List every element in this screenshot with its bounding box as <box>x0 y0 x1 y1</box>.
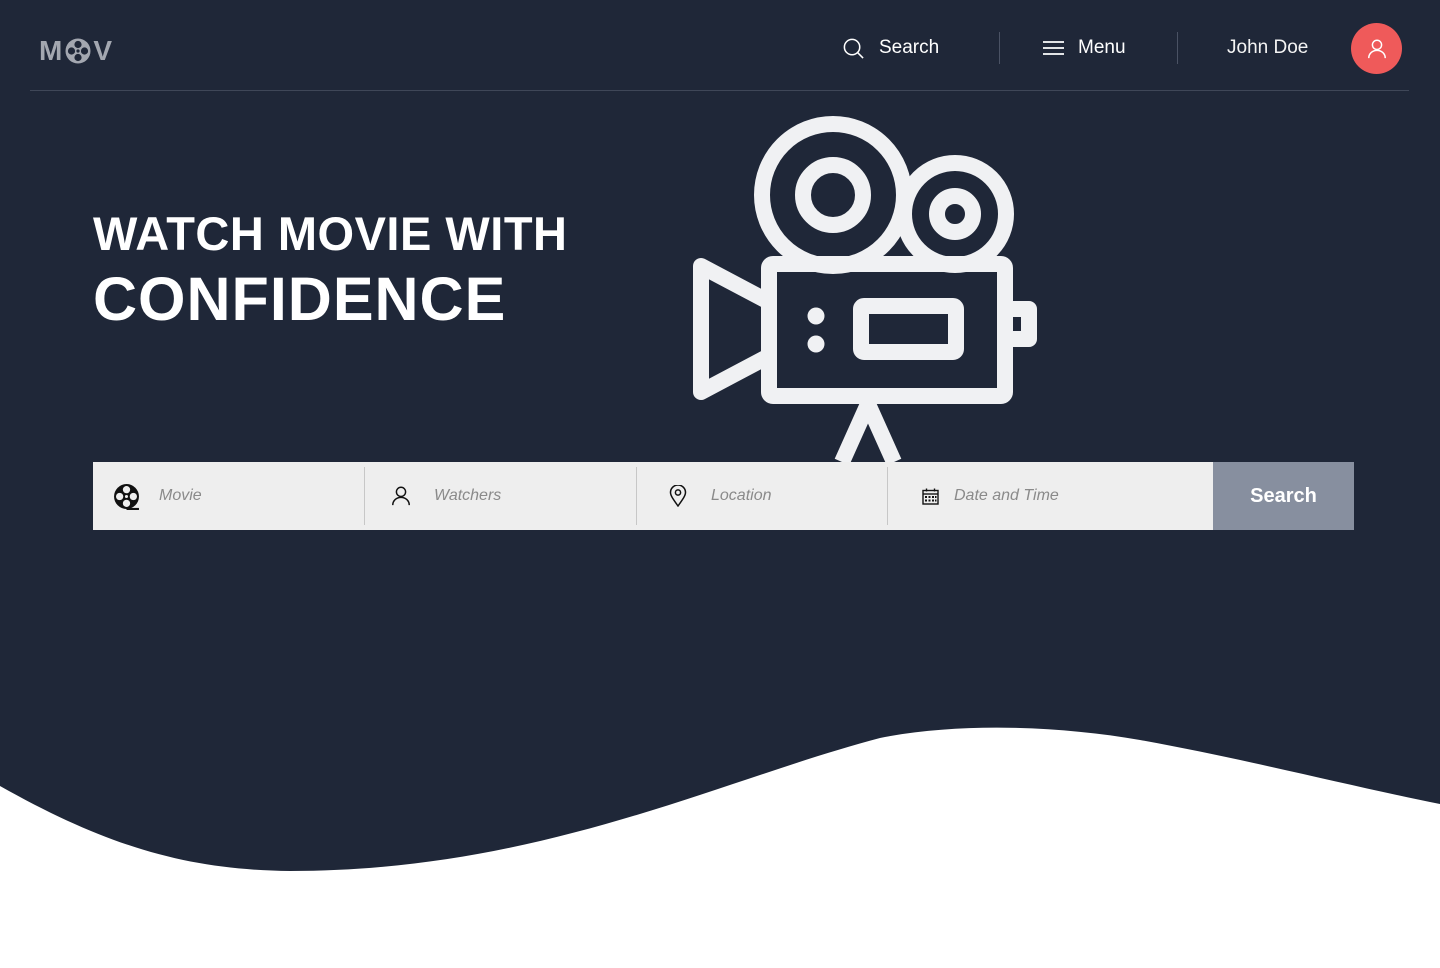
nav-divider <box>999 32 1000 64</box>
brand-logo[interactable]: M V <box>39 34 113 68</box>
location-input[interactable] <box>711 487 911 505</box>
film-reel-icon <box>65 38 91 64</box>
location-pin-icon <box>663 481 693 511</box>
watchers-field <box>364 462 636 530</box>
movie-camera-icon <box>693 116 1037 466</box>
date-time-input[interactable] <box>954 487 1154 505</box>
calendar-icon <box>915 481 945 511</box>
nav-divider <box>1177 32 1178 64</box>
hamburger-menu-icon <box>1043 41 1064 55</box>
search-submit-button[interactable]: Search <box>1213 462 1354 530</box>
nav-menu-label: Menu <box>1078 37 1126 58</box>
avatar-button[interactable] <box>1351 23 1402 74</box>
location-field <box>636 462 911 530</box>
user-icon <box>1367 39 1386 58</box>
wave-divider <box>0 727 1440 968</box>
user-name: John Doe <box>1227 30 1308 66</box>
logo-letter-m: M <box>39 35 64 66</box>
movie-search-form: Search <box>93 462 1354 530</box>
nav-search-button[interactable]: Search <box>842 30 939 66</box>
nav-search-label: Search <box>879 37 940 58</box>
hero-title-line2: CONFIDENCE <box>93 265 507 333</box>
search-icon <box>843 38 864 59</box>
user-icon <box>386 481 416 511</box>
movie-input[interactable] <box>159 487 359 505</box>
header-divider <box>30 90 1409 91</box>
nav-menu-button[interactable]: Menu <box>1043 30 1126 66</box>
hero-title-line1: WATCH MOVIE WITH <box>93 207 568 260</box>
film-reel-icon <box>111 481 141 511</box>
landing-page: M V Search Menu John Doe WATCH MOVIE WIT… <box>0 0 1440 968</box>
logo-letter-v: V <box>93 35 114 66</box>
watchers-input[interactable] <box>434 487 634 505</box>
movie-field <box>93 462 364 530</box>
user-name-label: John Doe <box>1227 37 1309 58</box>
date-time-field <box>887 462 1213 530</box>
